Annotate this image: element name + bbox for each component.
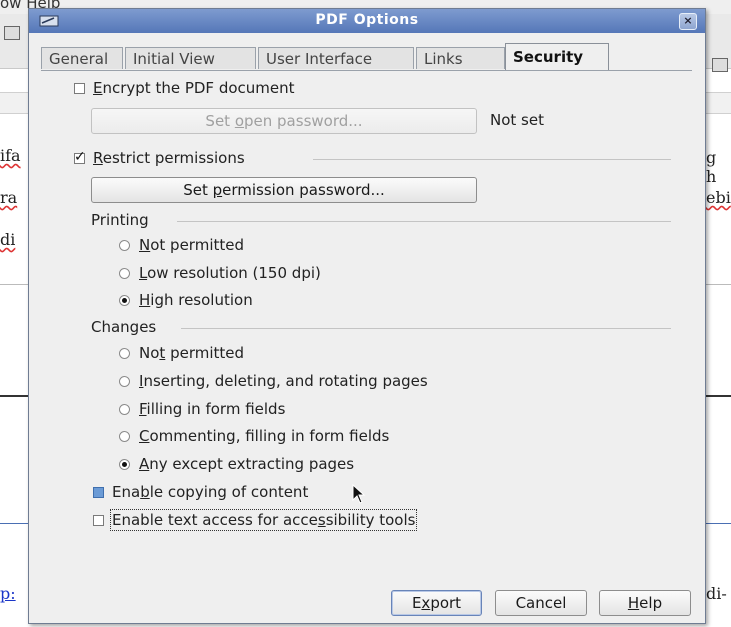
radio-button[interactable] bbox=[119, 268, 130, 279]
doc-text-fragment: di- bbox=[706, 584, 727, 603]
checkbox-label: Enable text access for accessibility too… bbox=[109, 509, 418, 531]
checkbox-box[interactable] bbox=[74, 83, 85, 94]
set-permission-password-button[interactable]: Set permission password... bbox=[91, 177, 477, 203]
radio-button[interactable] bbox=[119, 376, 130, 387]
printing-not-permitted-radio[interactable]: Not permitted bbox=[119, 236, 244, 254]
separator bbox=[177, 221, 671, 222]
doc-text-fragment: g h bbox=[706, 148, 717, 186]
tab-security[interactable]: Security bbox=[505, 43, 609, 70]
tab-user-interface[interactable]: User Interface bbox=[258, 47, 414, 69]
doc-link-fragment[interactable]: p: bbox=[0, 584, 16, 603]
radio-button[interactable] bbox=[119, 295, 130, 306]
separator bbox=[181, 328, 671, 329]
changes-commenting-radio[interactable]: Commenting, filling in form fields bbox=[119, 427, 389, 445]
mouse-pointer-icon bbox=[352, 483, 366, 504]
tab-links[interactable]: Links bbox=[416, 47, 505, 69]
changes-filling-forms-radio[interactable]: Filling in form fields bbox=[119, 400, 285, 418]
radio-button[interactable] bbox=[119, 348, 130, 359]
separator bbox=[313, 159, 671, 160]
export-button[interactable]: Export bbox=[391, 590, 482, 616]
cancel-button[interactable]: Cancel bbox=[495, 590, 587, 616]
changes-inserting-radio[interactable]: Inserting, deleting, and rotating pages bbox=[119, 372, 428, 390]
radio-button[interactable] bbox=[119, 240, 130, 251]
open-password-status: Not set bbox=[490, 111, 544, 129]
set-open-password-button[interactable]: Set open password... bbox=[91, 108, 477, 134]
doc-text-fragment: ifa bbox=[0, 146, 21, 165]
doc-text-fragment: ebi bbox=[706, 188, 731, 207]
toolbar-icon[interactable] bbox=[712, 58, 728, 72]
checkbox-box[interactable] bbox=[93, 515, 104, 526]
dialog-title: PDF Options bbox=[315, 12, 419, 28]
close-icon: × bbox=[683, 14, 693, 27]
radio-button[interactable] bbox=[119, 431, 130, 442]
changes-label: Changes bbox=[91, 318, 157, 336]
restrict-permissions-checkbox[interactable]: Restrict permissions bbox=[74, 149, 245, 167]
help-button[interactable]: Help bbox=[599, 590, 691, 616]
toolbar-icon[interactable] bbox=[4, 26, 20, 40]
printing-high-resolution-radio[interactable]: High resolution bbox=[119, 291, 253, 309]
changes-not-permitted-radio[interactable]: Not permitted bbox=[119, 344, 244, 362]
printing-low-resolution-radio[interactable]: Low resolution (150 dpi) bbox=[119, 264, 321, 282]
tab-initial-view[interactable]: Initial View bbox=[125, 47, 256, 69]
checkbox-box[interactable] bbox=[93, 487, 104, 498]
doc-text-fragment: di bbox=[0, 230, 16, 249]
tab-general[interactable]: General bbox=[41, 47, 123, 69]
encrypt-checkbox[interactable]: Encrypt the PDF document bbox=[74, 79, 295, 97]
enable-accessibility-checkbox[interactable]: Enable text access for accessibility too… bbox=[93, 509, 418, 531]
checkbox-box[interactable] bbox=[74, 149, 86, 165]
changes-any-except-extracting-radio[interactable]: Any except extracting pages bbox=[119, 455, 354, 473]
close-button[interactable]: × bbox=[679, 13, 697, 30]
title-bar[interactable]: PDF Options × bbox=[29, 9, 705, 33]
doc-text-fragment: ra bbox=[0, 188, 18, 207]
radio-button[interactable] bbox=[119, 404, 130, 415]
enable-copying-checkbox[interactable]: Enable copying of content bbox=[93, 483, 308, 501]
pdf-options-dialog: PDF Options × General Initial View User … bbox=[28, 8, 706, 624]
printing-label: Printing bbox=[91, 211, 149, 229]
radio-button[interactable] bbox=[119, 459, 130, 470]
